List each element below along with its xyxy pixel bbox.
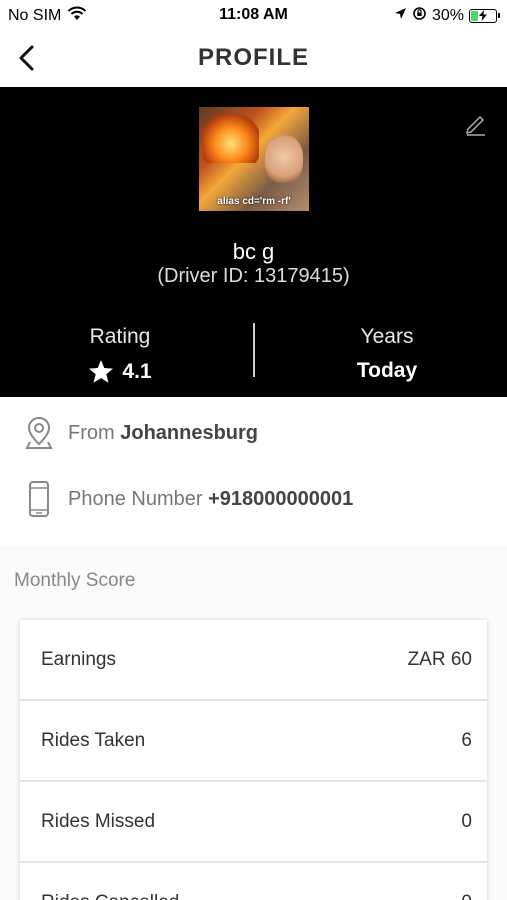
pencil-icon bbox=[465, 115, 485, 136]
from-text: From Johannesburg bbox=[68, 422, 258, 445]
score-label: Rides Cancelled bbox=[41, 892, 179, 900]
score-label: Rides Missed bbox=[41, 810, 156, 832]
score-value: 0 bbox=[461, 810, 472, 832]
avatar[interactable]: alias cd='rm -rf' bbox=[199, 107, 309, 211]
rating-label: Rating bbox=[89, 325, 151, 348]
phone-text: Phone Number +918000000001 bbox=[68, 488, 353, 511]
score-row-rides-missed: Rides Missed 0 bbox=[20, 782, 487, 863]
from-value: Johannesburg bbox=[120, 421, 259, 444]
driver-id: (Driver ID: 13179415) bbox=[157, 265, 350, 287]
status-right: 30% bbox=[394, 6, 500, 26]
rating-value-wrap: 4.1 bbox=[0, 359, 240, 384]
monthly-score-card: Earnings ZAR 60 Rides Taken 6 Rides Miss… bbox=[20, 620, 487, 900]
profile-header: alias cd='rm -rf' bc g (Driver ID: 13179… bbox=[0, 87, 507, 397]
monthly-score-title: Monthly Score bbox=[14, 570, 136, 591]
score-row-rides-cancelled: Rides Cancelled 0 bbox=[20, 863, 487, 900]
page-title: PROFILE bbox=[197, 44, 309, 71]
avatar-caption: alias cd='rm -rf' bbox=[217, 196, 291, 207]
battery-fill bbox=[471, 11, 478, 21]
years-value: Today bbox=[356, 359, 418, 382]
edit-profile-button[interactable] bbox=[463, 113, 489, 139]
battery-percent: 30% bbox=[431, 7, 464, 24]
driver-name: bc g bbox=[232, 239, 275, 264]
phone-row: Phone Number +918000000001 bbox=[0, 466, 507, 532]
years-stat: Years Today bbox=[267, 325, 507, 383]
rating-value: 4.1 bbox=[122, 359, 152, 383]
phone-value: +918000000001 bbox=[208, 487, 354, 510]
orientation-lock-icon bbox=[412, 6, 427, 26]
score-label: Rides Taken bbox=[41, 729, 146, 751]
rating-stat: Rating 4.1 bbox=[0, 325, 240, 384]
score-value: 6 bbox=[461, 729, 472, 751]
location-pin-icon bbox=[20, 413, 58, 453]
from-label: From bbox=[68, 421, 115, 444]
from-row: From Johannesburg bbox=[0, 400, 507, 466]
score-row-earnings: Earnings ZAR 60 bbox=[20, 620, 487, 701]
score-label: Earnings bbox=[41, 648, 116, 670]
avatar-fire bbox=[203, 115, 259, 163]
phone-icon bbox=[20, 479, 58, 519]
status-bar: No SIM 11:08 AM 30% bbox=[0, 0, 507, 30]
years-label: Years bbox=[360, 325, 414, 348]
location-arrow-icon bbox=[394, 7, 407, 25]
nav-header: PROFILE bbox=[0, 30, 507, 87]
star-icon bbox=[89, 360, 114, 383]
score-row-rides-taken: Rides Taken 6 bbox=[20, 701, 487, 782]
score-value: 0 bbox=[461, 892, 472, 900]
avatar-face bbox=[265, 135, 303, 183]
battery-charging-icon bbox=[469, 9, 500, 23]
stats-divider bbox=[253, 323, 255, 377]
phone-label: Phone Number bbox=[68, 487, 203, 510]
score-value: ZAR 60 bbox=[407, 648, 472, 670]
